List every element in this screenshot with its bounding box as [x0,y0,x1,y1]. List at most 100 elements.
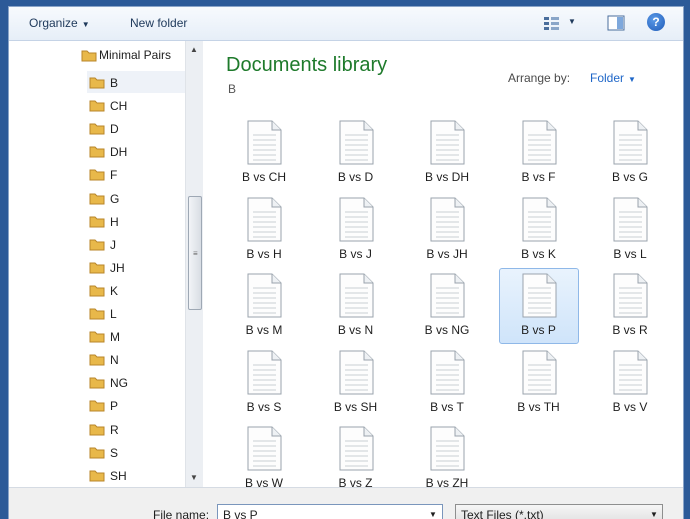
file-name: B vs P [500,323,578,337]
help-button[interactable]: ? [647,13,665,31]
nav-item-j[interactable]: J [87,233,185,255]
text-file-icon [428,273,466,319]
file-item[interactable]: B vs J [316,192,396,268]
chevron-down-icon: ▼ [568,17,576,26]
file-item[interactable]: B vs CH [224,115,304,191]
scroll-up-icon[interactable]: ▲ [190,45,198,54]
file-name-input[interactable]: B vs P ▼ [217,504,443,519]
nav-scrollbar[interactable]: ▲ ≡ ▼ [185,41,203,487]
file-item[interactable]: B vs ZH [407,421,487,497]
text-file-icon [245,350,283,396]
nav-item-label: L [110,307,117,321]
file-name-value: B vs P [223,508,258,519]
nav-item-l[interactable]: L [87,302,185,324]
nav-item-label: CH [110,99,127,113]
nav-item-p[interactable]: P [87,394,185,416]
nav-item-r[interactable]: R [87,418,185,440]
folder-icon [89,167,105,181]
file-item[interactable]: B vs N [316,268,396,344]
nav-item-label: N [110,353,119,367]
file-type-select[interactable]: Text Files (*.txt) ▼ [455,504,663,519]
nav-item-s[interactable]: S [87,441,185,463]
file-item[interactable]: B vs NG [407,268,487,344]
folder-icon [89,98,105,112]
nav-item-label: K [110,284,118,298]
folder-icon [89,329,105,343]
file-item[interactable]: B vs T [407,345,487,421]
text-file-icon [337,273,375,319]
file-item[interactable]: B vs H [224,192,304,268]
file-name: B vs R [591,323,669,337]
text-file-icon [520,350,558,396]
views-icon [543,14,561,32]
new-folder-button[interactable]: New folder [130,16,187,30]
nav-item-ng[interactable]: NG [87,371,185,393]
file-name: B vs G [591,170,669,184]
folder-icon [89,260,105,274]
file-item[interactable]: B vs L [590,192,670,268]
nav-item-g[interactable]: G [87,187,185,209]
nav-item-label: SH [110,469,127,483]
preview-pane-button[interactable] [607,14,625,32]
nav-item-k[interactable]: K [87,279,185,301]
file-item[interactable]: B vs DH [407,115,487,191]
file-item[interactable]: B vs S [224,345,304,421]
file-item[interactable]: B vs TH [499,345,579,421]
toolbar: Organize▼ New folder ▼ ? [9,7,683,41]
nav-item-jh[interactable]: JH [87,256,185,278]
file-name: B vs D [317,170,395,184]
file-name: B vs CH [225,170,303,184]
organize-label: Organize [29,16,78,30]
text-file-icon [428,197,466,243]
file-name-label: File name: [153,508,209,519]
nav-item-sh[interactable]: SH [87,464,185,486]
file-item[interactable]: B vs K [499,192,579,268]
change-view-button[interactable]: ▼ [543,14,579,32]
file-name: B vs S [225,400,303,414]
folder-icon [89,283,105,297]
nav-item-ch[interactable]: CH [87,94,185,116]
file-name: B vs N [317,323,395,337]
file-item[interactable]: B vs D [316,115,396,191]
file-type-value: Text Files (*.txt) [461,508,544,519]
file-item[interactable]: B vs Z [316,421,396,497]
folder-icon [81,48,97,62]
file-item[interactable]: B vs V [590,345,670,421]
open-file-dialog: Organize▼ New folder ▼ ? [8,6,684,519]
file-name: B vs V [591,400,669,414]
nav-item-d[interactable]: D [87,117,185,139]
folder-icon [89,191,105,205]
text-file-icon [520,273,558,319]
nav-item-label: D [110,122,119,136]
file-item[interactable]: B vs P [499,268,579,344]
file-name: B vs NG [408,323,486,337]
file-grid: B vs CHB vs DB vs DHB vs FB vs GB vs HB … [224,115,682,485]
file-item[interactable]: B vs R [590,268,670,344]
file-item[interactable]: B vs SH [316,345,396,421]
text-file-icon [520,197,558,243]
nav-item-n[interactable]: N [87,348,185,370]
folder-icon [89,306,105,320]
file-item[interactable]: B vs M [224,268,304,344]
nav-item-label: M [110,330,120,344]
scroll-down-icon[interactable]: ▼ [190,473,198,482]
file-item[interactable]: B vs G [590,115,670,191]
folder-icon [89,75,105,89]
file-item[interactable]: B vs JH [407,192,487,268]
nav-item-label: S [110,446,118,460]
nav-item-label: H [110,215,119,229]
nav-item-f[interactable]: F [87,163,185,185]
text-file-icon [428,350,466,396]
nav-item-label: JH [110,261,125,275]
arrange-by-dropdown[interactable]: Folder▼ [590,71,636,85]
file-item[interactable]: B vs W [224,421,304,497]
nav-item-m[interactable]: M [87,325,185,347]
nav-item-b[interactable]: B [87,71,185,93]
file-item[interactable]: B vs F [499,115,579,191]
arrange-by-value: Folder [590,71,624,85]
scroll-thumb[interactable]: ≡ [188,196,202,310]
nav-item-h[interactable]: H [87,210,185,232]
text-file-icon [520,120,558,166]
nav-item-dh[interactable]: DH [87,140,185,162]
organize-button[interactable]: Organize▼ [29,16,90,30]
